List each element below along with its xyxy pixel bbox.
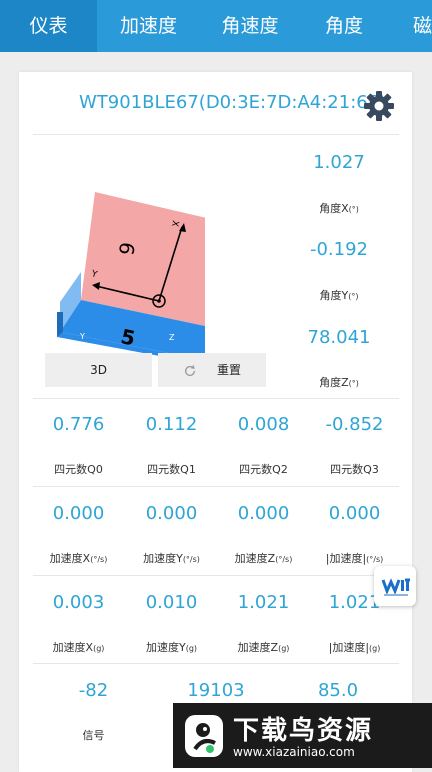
- angle-z-label: 角度Z(°): [319, 376, 359, 389]
- acc-y-value: 0.000: [145, 503, 198, 524]
- device-name: WT901BLE67(D0:3E:7D:A4:21:65): [79, 92, 387, 113]
- mode-3d-button[interactable]: 3D: [45, 353, 152, 387]
- divider: [33, 663, 399, 664]
- acc-x-label: 加速度X(°/s): [49, 552, 108, 565]
- signal-value: -82: [78, 680, 109, 701]
- bottom-value-2: 19103: [187, 680, 245, 701]
- acc-g-x-value: 0.003: [52, 592, 105, 613]
- divider: [33, 398, 399, 399]
- acc-g-z-label: 加速度Z(g): [237, 641, 290, 654]
- axis-z-label: Z: [169, 333, 175, 342]
- q3-label: 四元数Q3: [330, 463, 379, 476]
- divider: [33, 134, 399, 135]
- acc-x-value: 0.000: [52, 503, 105, 524]
- q0-value: 0.776: [52, 414, 105, 435]
- angle-y-label: 角度Y(°): [319, 289, 359, 302]
- tab-acceleration[interactable]: 加速度: [97, 0, 200, 52]
- refresh-icon: [184, 364, 196, 376]
- wit-logo-button[interactable]: [374, 566, 416, 606]
- acc-mag-value: 0.000: [328, 503, 381, 524]
- acc-z-value: 0.000: [237, 503, 290, 524]
- acc-g-x-label: 加速度X(g): [52, 641, 105, 654]
- acc-y-label: 加速度Y(°/s): [143, 552, 200, 565]
- watermark-banner: 下载鸟资源 www.xiazainiao.com: [173, 703, 432, 768]
- axis-y2-label: Y: [79, 332, 85, 341]
- q3-value: -0.852: [325, 414, 384, 435]
- tab-angular-velocity[interactable]: 角速度: [200, 0, 300, 52]
- bottom-value-3: 85.0: [317, 680, 359, 701]
- q0-label: 四元数Q0: [54, 463, 103, 476]
- tab-magnetic[interactable]: 磁: [388, 0, 432, 52]
- angle-x-value: 1.027: [313, 152, 365, 173]
- angle-z-value: 78.041: [307, 327, 371, 348]
- sensor-card: WT901BLE67(D0:3E:7D:A4:21:65) X Y 6 5 Z …: [19, 72, 412, 772]
- gear-icon[interactable]: [363, 90, 395, 122]
- q1-label: 四元数Q1: [147, 463, 196, 476]
- bird-logo-icon: [185, 715, 223, 757]
- angle-y-value: -0.192: [309, 239, 369, 260]
- acc-g-y-value: 0.010: [145, 592, 198, 613]
- reset-button[interactable]: 重置: [158, 353, 266, 387]
- watermark-url: www.xiazainiao.com: [233, 745, 355, 759]
- q2-label: 四元数Q2: [239, 463, 288, 476]
- acc-g-z-value: 1.021: [237, 592, 290, 613]
- acc-z-label: 加速度Z(°/s): [234, 552, 293, 565]
- q2-value: 0.008: [237, 414, 290, 435]
- tab-dashboard[interactable]: 仪表: [0, 0, 97, 52]
- tab-bar: 仪表 加速度 角速度 角度 磁: [0, 0, 432, 52]
- angle-x-label: 角度X(°): [319, 202, 359, 215]
- tab-angle[interactable]: 角度: [300, 0, 388, 52]
- wit-logo-icon: [381, 578, 410, 596]
- acc-g-y-label: 加速度Y(g): [145, 641, 198, 654]
- divider: [33, 575, 399, 576]
- acc-mag-label: |加速度|(°/s): [325, 552, 384, 565]
- q1-value: 0.112: [145, 414, 198, 435]
- orientation-cube: X Y 6 5 Z Y: [57, 192, 205, 362]
- signal-label: 信号: [82, 729, 105, 742]
- watermark-title: 下载鸟资源: [233, 716, 374, 746]
- acc-g-mag-label: |加速度|(g): [328, 641, 381, 654]
- reset-label: 重置: [216, 363, 241, 377]
- divider: [33, 486, 399, 487]
